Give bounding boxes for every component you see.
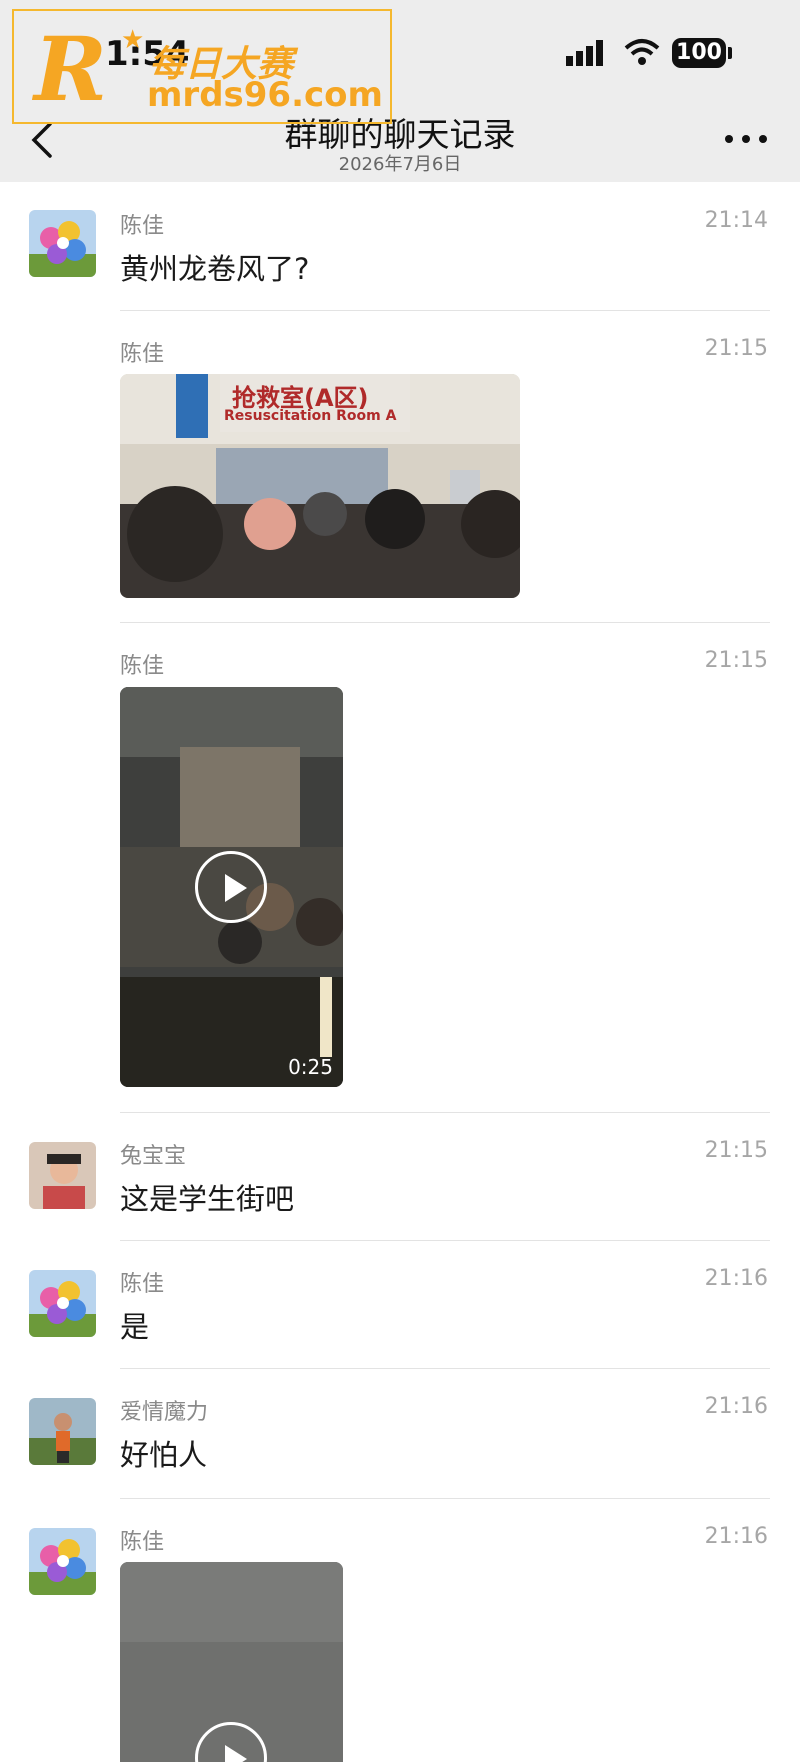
image-attachment[interactable]: 抢救室(A区) Resuscitation Room A	[120, 374, 520, 598]
watermark-box: R ★ 每日大赛 mrds96.com	[12, 9, 392, 124]
message-time: 21:14	[704, 208, 768, 233]
divider	[120, 622, 770, 623]
message-time: 21:16	[704, 1524, 768, 1549]
message-time: 21:16	[704, 1266, 768, 1291]
battery-tip	[728, 47, 732, 59]
image-sign-text-en: Resuscitation Room A	[224, 408, 397, 424]
message-text: 是	[120, 1310, 150, 1344]
avatar-flower[interactable]	[29, 1270, 96, 1337]
message-time: 21:16	[704, 1394, 768, 1419]
watermark-url: mrds96.com	[147, 75, 383, 115]
sender-name: 兔宝宝	[120, 1144, 187, 1169]
avatar-person[interactable]	[29, 1142, 96, 1209]
divider	[120, 1240, 770, 1241]
watermark-logo: R	[34, 17, 107, 121]
message-text: 黄州龙卷风了?	[120, 252, 310, 286]
avatar-flower[interactable]	[29, 1528, 96, 1595]
video-attachment[interactable]	[120, 1562, 343, 1762]
sender-name: 爱情魔力	[120, 1400, 209, 1425]
play-icon[interactable]	[195, 851, 267, 923]
video-duration: 0:25	[288, 1055, 333, 1079]
star-icon: ★	[121, 25, 145, 55]
sender-name: 陈佳	[120, 654, 165, 679]
sender-name: 陈佳	[120, 214, 165, 239]
divider	[120, 1368, 770, 1369]
battery-icon: 100	[672, 38, 726, 68]
page-subtitle-date: 2026年7月6日	[338, 154, 462, 175]
message-text: 好怕人	[120, 1438, 208, 1472]
cellular-signal-icon	[566, 40, 603, 66]
more-options-icon[interactable]	[724, 134, 768, 144]
divider	[120, 1498, 770, 1499]
message-time: 21:15	[704, 648, 768, 673]
divider	[120, 310, 770, 311]
avatar-flower[interactable]	[29, 210, 96, 277]
message-time: 21:15	[704, 1138, 768, 1163]
divider	[120, 1112, 770, 1113]
wifi-icon	[624, 39, 660, 65]
video-attachment[interactable]: 0:25	[120, 687, 343, 1087]
avatar-person[interactable]	[29, 1398, 96, 1465]
sender-name: 陈佳	[120, 1272, 165, 1297]
message-time: 21:15	[704, 336, 768, 361]
sender-name: 陈佳	[120, 1530, 165, 1555]
sender-name: 陈佳	[120, 342, 165, 367]
message-text: 这是学生街吧	[120, 1182, 295, 1216]
